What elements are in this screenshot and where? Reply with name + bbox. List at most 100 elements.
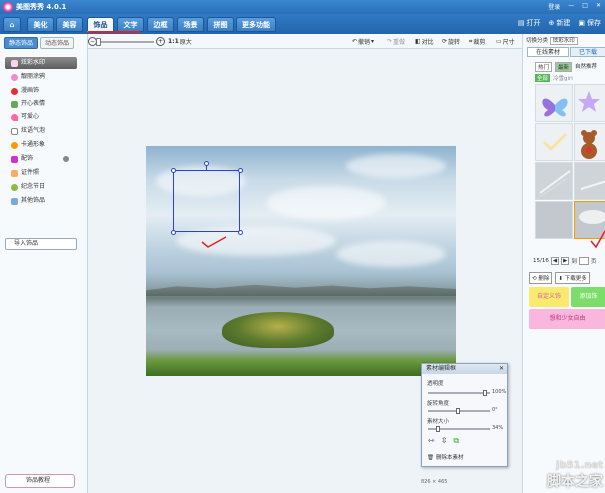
tab-beauty[interactable]: 美容 bbox=[56, 17, 83, 32]
opacity-knob[interactable] bbox=[483, 390, 487, 396]
tab-text[interactable]: 文字 bbox=[117, 17, 144, 32]
import-accessory-button[interactable]: 导入饰品 bbox=[5, 238, 77, 250]
next-page-button[interactable]: ▶ bbox=[561, 257, 570, 265]
material-thumbnail[interactable] bbox=[574, 84, 605, 122]
opacity-label: 透明度 bbox=[427, 381, 444, 387]
category-item[interactable]: 卡通形象 bbox=[11, 139, 45, 151]
tab-downloaded[interactable]: 已下载 bbox=[570, 47, 605, 57]
zoom-slider-track[interactable] bbox=[96, 41, 154, 43]
size-label-editor: 素材大小 bbox=[427, 419, 450, 425]
tab-accessories[interactable]: 饰品 bbox=[87, 17, 114, 32]
cartoon-icon bbox=[11, 141, 18, 149]
resize-handle[interactable] bbox=[238, 168, 243, 173]
redo-button[interactable]: ↷ 重做 bbox=[387, 37, 405, 46]
undo-button[interactable]: ↶ 撤销 ▾ bbox=[352, 37, 374, 46]
compare-icon: ◧ bbox=[415, 38, 421, 45]
tab-animated-accessories[interactable]: 动态饰品 bbox=[40, 37, 74, 49]
save-label: 保存 bbox=[587, 19, 601, 27]
category-item[interactable]: 开心表情 bbox=[11, 98, 45, 110]
save-button[interactable]: ▣ 保存 bbox=[578, 18, 601, 28]
tab-more[interactable]: 更多功能 ▾ bbox=[236, 17, 276, 44]
category-item[interactable]: 靓丽涂鸦 bbox=[11, 71, 45, 83]
id-photo-icon bbox=[11, 169, 18, 177]
zoom-slider-knob[interactable] bbox=[96, 38, 101, 46]
prev-page-button[interactable]: ◀ bbox=[550, 257, 560, 265]
add-accessory-button[interactable]: 添加饰 bbox=[571, 287, 605, 307]
resize-handle[interactable] bbox=[171, 230, 176, 235]
accessory-tutorial-button[interactable]: 饰品教程 bbox=[5, 474, 75, 488]
zoom-in-icon[interactable]: + bbox=[156, 37, 165, 46]
material-thumbnail[interactable] bbox=[535, 84, 573, 122]
subtab-recommend[interactable]: 自然推荐 bbox=[575, 62, 597, 72]
close-button[interactable]: ✕ bbox=[596, 2, 601, 11]
watermark-name: 脚本之家 bbox=[547, 474, 603, 490]
login-link[interactable]: 登录 bbox=[548, 2, 560, 11]
minimize-button[interactable]: — bbox=[568, 2, 574, 11]
crop-button[interactable]: ⌗ 裁剪 bbox=[469, 37, 485, 47]
category-item[interactable]: 炫彩水印 bbox=[5, 57, 77, 69]
new-button[interactable]: ⊕ 新建 bbox=[549, 18, 571, 28]
category-item[interactable]: 纪念节日 bbox=[11, 181, 45, 193]
rotate-button[interactable]: ⟳ 旋转 bbox=[442, 37, 460, 46]
tutorial-label: 饰品教程 bbox=[26, 477, 51, 484]
tab-online-material[interactable]: 在线素材 bbox=[527, 47, 569, 57]
opacity-slider[interactable] bbox=[428, 392, 490, 394]
flip-vertical-icon[interactable]: ⇳ bbox=[441, 436, 448, 446]
size-button[interactable]: ▭ 尺寸 bbox=[496, 37, 515, 46]
resize-handle[interactable] bbox=[238, 230, 243, 235]
category-item[interactable]: 可爱心 bbox=[11, 111, 39, 123]
watermark-url: jb51.net bbox=[556, 460, 603, 471]
category-switch[interactable]: 切换分类 炫彩水印 bbox=[526, 36, 578, 45]
subtab-new[interactable]: 最新 bbox=[555, 62, 573, 72]
subtab-hot[interactable]: 热门 bbox=[535, 62, 553, 72]
new-label: 新建 bbox=[556, 19, 571, 27]
page-input[interactable] bbox=[578, 257, 589, 265]
category-label: 可爱心 bbox=[21, 113, 40, 120]
size-label: 尺寸 bbox=[502, 39, 515, 46]
custom-accessory-button[interactable]: 自定义饰 bbox=[529, 287, 569, 307]
flip-horizontal-icon[interactable]: ⇿ bbox=[428, 436, 435, 446]
original-size-label: 原大 bbox=[179, 39, 192, 46]
tab-frame[interactable]: 边框 bbox=[147, 17, 174, 32]
tab-static-accessories[interactable]: 静态饰品 bbox=[4, 37, 38, 49]
delete-material-list-button[interactable]: ⟲ 删除 bbox=[529, 272, 553, 284]
editor-close-icon[interactable]: ✕ bbox=[499, 364, 504, 374]
material-thumbnail[interactable] bbox=[535, 201, 573, 239]
filter-all[interactable]: 全部 bbox=[535, 74, 551, 82]
comic-icon bbox=[11, 87, 18, 95]
compare-button[interactable]: ◧ 对比 bbox=[415, 37, 434, 46]
menu-bar: ⌂ 美化 美容 饰品 文字 边框 场景 拼图 更多功能 ▾ ▤打开 ⊕新建 ▣保… bbox=[0, 14, 605, 44]
resize-handle[interactable] bbox=[171, 168, 176, 173]
size-knob[interactable] bbox=[436, 426, 440, 432]
rotate-knob[interactable] bbox=[456, 408, 460, 414]
home-button[interactable]: ⌂ bbox=[3, 17, 21, 32]
material-thumbnail[interactable] bbox=[574, 123, 605, 161]
promo-banner-button[interactable]: 想和少女自由 bbox=[529, 309, 605, 329]
watermark-selection-box[interactable] bbox=[173, 170, 240, 232]
import-label: 导入饰品 bbox=[14, 240, 39, 247]
category-item[interactable]: 漫画饰 bbox=[11, 85, 39, 97]
tab-scene[interactable]: 场景 bbox=[177, 17, 204, 32]
delete-material-button[interactable]: 🗑 删除本素材 bbox=[427, 454, 487, 463]
delete-list-label: 删除 bbox=[538, 276, 550, 282]
material-thumbnail[interactable] bbox=[574, 162, 605, 200]
zoom-ratio-button[interactable]: 1:1 原大 bbox=[168, 37, 192, 46]
file-buttons: ▤ 打开 ⊕ 新建 ▣ 保存 bbox=[518, 18, 601, 28]
category-item[interactable]: 炫语气泡 bbox=[11, 125, 45, 137]
category-item[interactable]: 其他饰品 bbox=[11, 195, 45, 207]
redo-label: 重做 bbox=[393, 39, 406, 46]
emoji-icon bbox=[11, 100, 18, 108]
category-item[interactable]: 证件照 bbox=[11, 167, 39, 179]
download-more-button[interactable]: ⬇ 下载更多 bbox=[555, 272, 590, 284]
material-thumbnail[interactable] bbox=[535, 123, 573, 161]
copy-icon[interactable]: ⧉ bbox=[453, 436, 459, 446]
rotate-handle[interactable] bbox=[204, 161, 209, 166]
delete-label: 删除本素材 bbox=[435, 455, 464, 461]
material-thumbnail[interactable] bbox=[535, 162, 573, 200]
maximize-button[interactable]: □ bbox=[582, 2, 588, 11]
category-item[interactable]: 配饰 bbox=[11, 153, 33, 165]
tab-beautify[interactable]: 美化 bbox=[27, 17, 54, 32]
tab-collage[interactable]: 拼图 bbox=[207, 17, 234, 32]
category-label: 配饰 bbox=[21, 155, 34, 162]
open-button[interactable]: ▤ 打开 bbox=[518, 18, 541, 28]
